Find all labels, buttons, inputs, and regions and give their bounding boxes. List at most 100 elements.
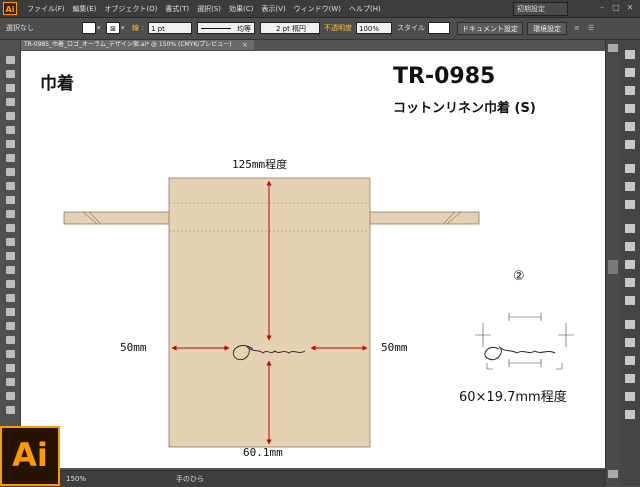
menu-type[interactable]: 書式(T): [161, 4, 193, 14]
transform-panel-icon[interactable]: [625, 356, 635, 365]
menu-file[interactable]: ファイル(F): [23, 4, 69, 14]
swatches-panel-icon[interactable]: [625, 86, 635, 95]
stroke-label[interactable]: 線 :: [132, 22, 144, 35]
appearance-panel-icon[interactable]: [625, 224, 635, 233]
selection-status: 選択なし: [6, 24, 34, 32]
brush-select[interactable]: 2 pt 楕円: [260, 22, 320, 34]
panel-menu-icon[interactable]: ☰: [588, 22, 594, 35]
menu-window[interactable]: ウィンドウ(W): [290, 4, 345, 14]
hand-tool-icon[interactable]: [6, 406, 15, 414]
maximize-icon[interactable]: □: [610, 3, 622, 13]
fill-swatch[interactable]: [82, 22, 96, 34]
product-name: コットンリネン巾着 (S): [393, 101, 536, 116]
menu-effect[interactable]: 効果(C): [225, 4, 257, 14]
workspace-switcher[interactable]: 初期設定: [513, 2, 568, 16]
width-tool-icon[interactable]: [6, 252, 15, 260]
zoom-level[interactable]: 150%: [66, 474, 86, 484]
links-panel-icon[interactable]: [625, 374, 635, 383]
dim-label-right: 50mm: [381, 341, 408, 354]
rectangle-tool-icon[interactable]: [6, 154, 15, 162]
scroll-up-icon[interactable]: [608, 44, 618, 52]
status-bar: 150% 手のひら: [0, 470, 605, 487]
graph-tool-icon[interactable]: [6, 378, 15, 386]
paintbrush-tool-icon[interactable]: [6, 168, 15, 176]
preferences-button[interactable]: 環境設定: [527, 22, 567, 35]
eraser-tool-icon[interactable]: [6, 210, 15, 218]
variant-number: ②: [513, 269, 525, 284]
page-title: 巾着: [40, 74, 74, 94]
blend-tool-icon[interactable]: [6, 350, 15, 358]
opacity-input[interactable]: 100%: [356, 22, 392, 34]
type-tool-icon[interactable]: [6, 126, 15, 134]
artboard-tool-icon[interactable]: [6, 392, 15, 400]
mesh-tool-icon[interactable]: [6, 308, 15, 316]
tools-panel: [0, 40, 21, 426]
document-tab[interactable]: TR-0985_巾着_ロゴ_オーラム_デザイン案.ai* @ 150% (CMY…: [20, 40, 254, 50]
eyedropper-tool-icon[interactable]: [6, 336, 15, 344]
selection-tool-icon[interactable]: [6, 56, 15, 64]
free-transform-tool-icon[interactable]: [6, 266, 15, 274]
stroke-dropdown-icon[interactable]: ▾: [121, 22, 125, 35]
direct-selection-tool-icon[interactable]: [6, 70, 15, 78]
dim-label-bottom: 60.1mm: [243, 446, 283, 459]
align-panel-icon[interactable]: [625, 320, 635, 329]
pencil-tool-icon[interactable]: [6, 182, 15, 190]
scroll-thumb[interactable]: [608, 260, 618, 274]
control-bar: 選択なし ▾ ⊠ ▾ 線 : 1 pt 均等 2 pt 楕円 不透明度 : 10…: [0, 18, 640, 40]
menu-help[interactable]: ヘルプ(H): [345, 4, 385, 14]
navigator-panel-icon[interactable]: [625, 410, 635, 419]
brushes-panel-icon[interactable]: [625, 104, 635, 113]
tab-close-icon[interactable]: ×: [242, 40, 248, 50]
color-panel-icon[interactable]: [625, 50, 635, 59]
fill-dropdown-icon[interactable]: ▾: [97, 22, 101, 35]
menu-object[interactable]: オブジェクト(O): [100, 4, 161, 14]
line-tool-icon[interactable]: [6, 140, 15, 148]
pathfinder-panel-icon[interactable]: [625, 338, 635, 347]
menu-edit[interactable]: 編集(E): [69, 4, 101, 14]
perspective-grid-tool-icon[interactable]: [6, 294, 15, 302]
document-setup-button[interactable]: ドキュメント設定: [457, 22, 523, 35]
stroke-profile-select[interactable]: 均等: [197, 22, 255, 34]
scale-tool-icon[interactable]: [6, 238, 15, 246]
dim-label-left: 50mm: [120, 341, 147, 354]
menu-view[interactable]: 表示(V): [257, 4, 289, 14]
dim-label-top: 125mm程度: [232, 158, 288, 171]
logo-detail-script-icon: [484, 346, 556, 361]
close-window-icon[interactable]: ✕: [624, 3, 636, 13]
gradient-tool-icon[interactable]: [6, 322, 15, 330]
lasso-tool-icon[interactable]: [6, 98, 15, 106]
brush-label: 2 pt 楕円: [275, 25, 307, 33]
magic-wand-tool-icon[interactable]: [6, 84, 15, 92]
stroke-panel-icon[interactable]: [625, 164, 635, 173]
style-swatch[interactable]: [428, 22, 450, 34]
artboards-panel-icon[interactable]: [625, 392, 635, 401]
style-label: スタイル :: [397, 24, 430, 32]
collapsed-panels: [620, 40, 640, 486]
shape-builder-tool-icon[interactable]: [6, 280, 15, 288]
gradient-panel-icon[interactable]: [625, 182, 635, 191]
stroke-swatch[interactable]: ⊠: [106, 22, 120, 34]
rotate-tool-icon[interactable]: [6, 224, 15, 232]
symbol-sprayer-tool-icon[interactable]: [6, 364, 15, 372]
menu-select[interactable]: 選択(S): [193, 4, 225, 14]
blob-brush-tool-icon[interactable]: [6, 196, 15, 204]
minimize-icon[interactable]: –: [596, 3, 608, 13]
symbols-panel-icon[interactable]: [625, 122, 635, 131]
color-guide-panel-icon[interactable]: [625, 68, 635, 77]
pen-tool-icon[interactable]: [6, 112, 15, 120]
vertical-scrollbar[interactable]: [605, 40, 620, 486]
transparency-panel-icon[interactable]: [625, 200, 635, 209]
opentype-panel-icon[interactable]: [625, 296, 635, 305]
illustrator-logo-icon: Ai: [0, 426, 60, 486]
opacity-label[interactable]: 不透明度 :: [324, 22, 357, 35]
layers-panel-icon[interactable]: [625, 242, 635, 251]
align-icon[interactable]: ≡: [574, 22, 580, 35]
scroll-down-icon[interactable]: [608, 470, 618, 478]
graphic-styles-panel-icon[interactable]: [625, 140, 635, 149]
app-logo-icon: Ai: [3, 2, 17, 15]
artboard-canvas[interactable]: 巾着 TR-0985 コットンリネン巾着 (S) 125mm程度 50mm 50…: [21, 51, 605, 468]
paragraph-panel-icon[interactable]: [625, 278, 635, 287]
character-panel-icon[interactable]: [625, 260, 635, 269]
drawstring-right: [368, 211, 480, 225]
stroke-weight-input[interactable]: 1 pt: [148, 22, 192, 34]
